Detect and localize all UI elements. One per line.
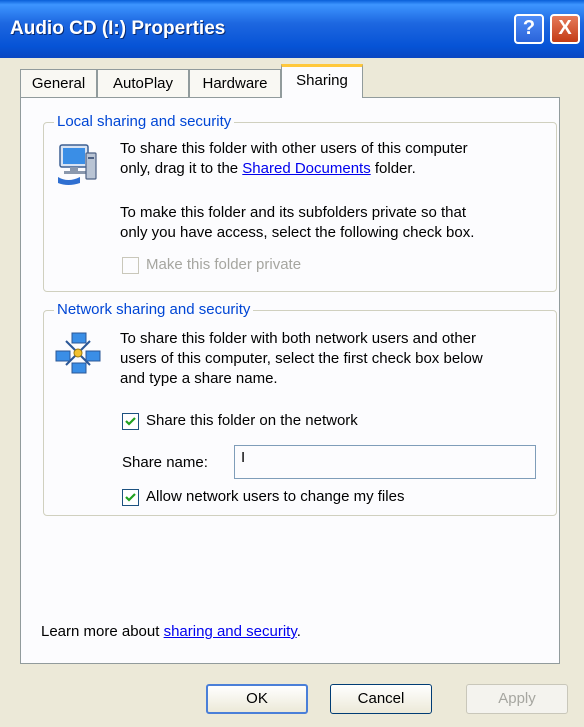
apply-button[interactable]: Apply <box>466 684 568 714</box>
local-private-text-line-2: only you have access, select the followi… <box>120 224 475 241</box>
shared-computer-icon <box>54 139 102 191</box>
network-sharing-legend: Network sharing and security <box>54 301 254 318</box>
network-text-line-2: users of this computer, select the first… <box>120 350 483 367</box>
window-title: Audio CD (I:) Properties <box>10 18 226 39</box>
local-sharing-legend: Local sharing and security <box>54 113 235 130</box>
network-text-line-1: To share this folder with both network u… <box>120 330 477 347</box>
network-computers-icon <box>54 329 102 381</box>
network-sharing-group: Network sharing and security To share th… <box>43 301 557 516</box>
local-private-text-line-1: To make this folder and its subfolders p… <box>120 204 467 221</box>
network-text-line-3: and type a share name. <box>120 370 278 387</box>
help-button[interactable]: ? <box>514 14 544 44</box>
local-text-line-1: To share this folder with other users of… <box>120 140 468 157</box>
share-on-network-checkbox[interactable] <box>122 413 139 430</box>
tab-general[interactable]: General <box>20 69 97 97</box>
tab-hardware[interactable]: Hardware <box>189 69 281 97</box>
allow-change-files-checkbox[interactable] <box>122 489 139 506</box>
tab-autoplay[interactable]: AutoPlay <box>97 69 189 97</box>
title-bar[interactable]: Audio CD (I:) Properties ? X <box>0 0 584 58</box>
local-text-line-2: only, drag it to the Shared Documents fo… <box>120 160 416 177</box>
local-sharing-group: Local sharing and security To share this… <box>43 113 557 292</box>
sharing-tab-panel: Local sharing and security To share this… <box>20 97 560 664</box>
close-button[interactable]: X <box>550 14 580 44</box>
share-name-input[interactable]: I <box>234 445 536 479</box>
allow-change-files-label: Allow network users to change my files <box>146 488 405 505</box>
share-name-label: Share name: <box>122 454 208 471</box>
checkmark-icon <box>125 493 136 502</box>
checkmark-icon <box>125 417 136 426</box>
shared-documents-link[interactable]: Shared Documents <box>242 160 370 177</box>
cancel-button[interactable]: Cancel <box>330 684 432 714</box>
make-private-checkbox[interactable] <box>122 257 139 274</box>
share-on-network-label: Share this folder on the network <box>146 412 358 429</box>
ok-button[interactable]: OK <box>206 684 308 714</box>
learn-more-line: Learn more about sharing and security. <box>41 623 301 640</box>
properties-dialog: Audio CD (I:) Properties ? X General Aut… <box>0 0 584 727</box>
sharing-security-link[interactable]: sharing and security <box>164 623 297 640</box>
make-private-label: Make this folder private <box>146 256 302 273</box>
tab-sharing[interactable]: Sharing <box>281 64 363 98</box>
